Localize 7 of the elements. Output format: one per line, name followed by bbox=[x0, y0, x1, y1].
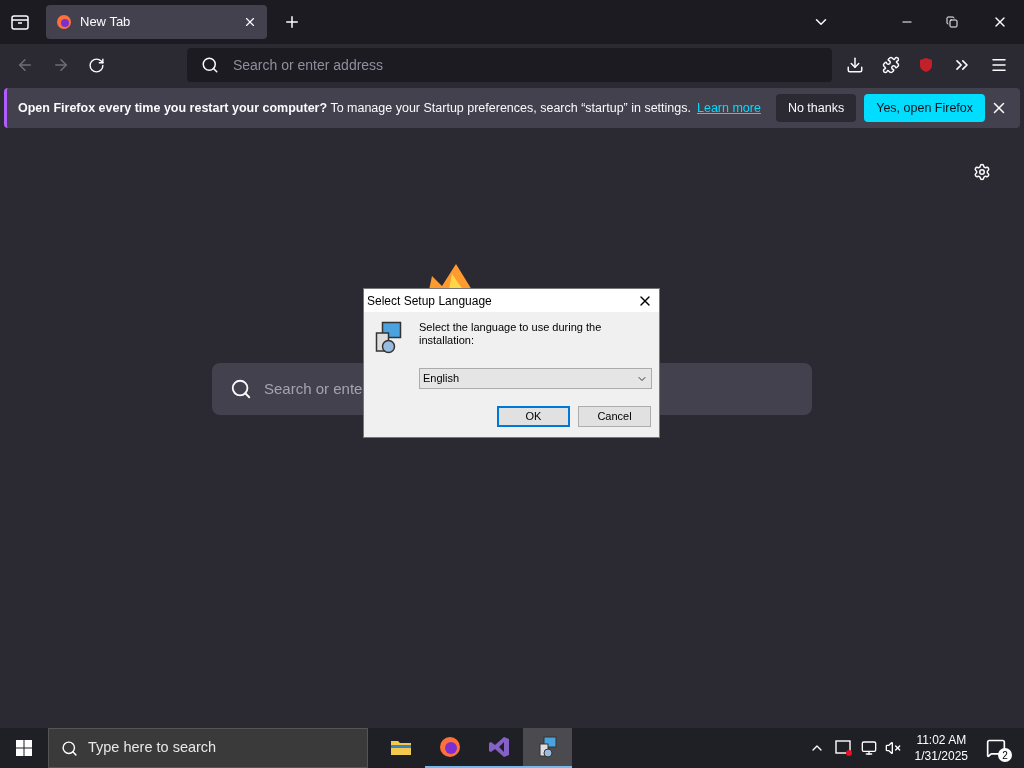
clock-date: 1/31/2025 bbox=[914, 748, 968, 764]
notification-message: Open Firefox every time you restart your computer? To manage your Startup preferences, search “startup” in settings. bbox=[18, 99, 691, 117]
dialog-title: Select Setup Language bbox=[367, 292, 493, 310]
dialog-message: Select the language to use during the installation: bbox=[419, 321, 603, 348]
tab-title: New Tab bbox=[80, 13, 132, 32]
clock-time: 11:02 AM bbox=[916, 732, 967, 748]
notification-count: 2 bbox=[998, 748, 1012, 762]
